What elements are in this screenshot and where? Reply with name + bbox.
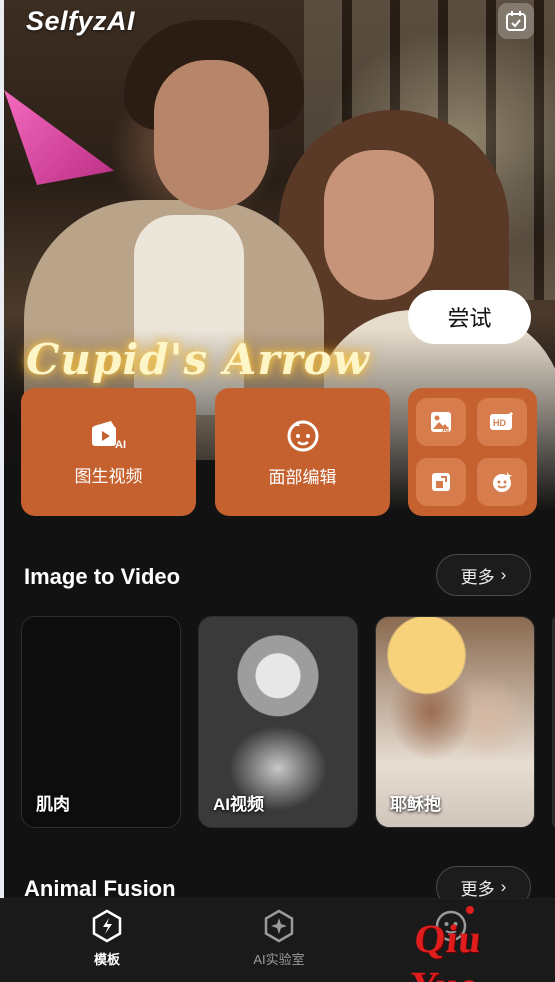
templates-icon — [92, 909, 122, 943]
banner-woman-face — [324, 150, 434, 300]
face-edit-label: 面部编辑 — [268, 467, 337, 487]
hd-icon: HD — [489, 412, 513, 430]
more-label: 更多 — [460, 879, 495, 899]
banner-title: Cupid's Arrow — [26, 335, 370, 384]
face-sticker-tool-button[interactable] — [476, 458, 527, 506]
face-sticker-icon — [492, 472, 512, 492]
ai-video-card-icon: AI — [91, 420, 126, 451]
image-to-video-label: 图生视频 — [74, 466, 143, 486]
calendar-icon — [506, 11, 526, 31]
crop-tool-button[interactable] — [416, 458, 466, 506]
chevron-right-icon: › — [500, 565, 507, 584]
ai-image-icon: AI — [431, 412, 451, 434]
ai-image-tool-button[interactable]: AI — [416, 398, 466, 446]
template-card-ai-video[interactable]: AI视频 — [198, 616, 358, 828]
nav-label-templates: 模板 — [93, 952, 120, 967]
banner-man-face — [154, 60, 269, 210]
template-card-jesus-hug[interactable]: 耶稣抱 — [375, 616, 535, 828]
face-edit-tile[interactable]: 面部编辑 — [215, 388, 390, 516]
chevron-right-icon: › — [500, 877, 507, 896]
face-edit-icon — [287, 420, 318, 451]
card-label: 耶稣抱 — [390, 795, 441, 814]
hd-tool-button[interactable]: HD — [476, 398, 527, 446]
section-title-image-to-video: Image to Video — [24, 564, 181, 589]
app-logo: SelfyzAI — [26, 6, 136, 36]
svg-text:AI: AI — [442, 427, 449, 434]
try-button[interactable]: 尝试 — [408, 290, 531, 344]
template-card-muscle[interactable]: 肌肉 — [21, 616, 181, 828]
checkin-calendar-button[interactable] — [498, 3, 534, 39]
card-label: AI视频 — [213, 795, 264, 814]
nav-item-ai-lab[interactable]: AI实验室 — [224, 909, 334, 968]
image-to-video-tile[interactable]: AI 图生视频 — [21, 388, 196, 516]
svg-text:HD: HD — [493, 418, 506, 428]
nav-item-templates[interactable]: 模板 — [52, 909, 162, 968]
watermark-text: Qiu Yue — [407, 916, 485, 982]
more-button-image-to-video[interactable]: 更多 › — [436, 554, 531, 596]
more-label: 更多 — [460, 567, 495, 587]
crop-icon — [432, 473, 450, 491]
watermark-dot — [466, 906, 474, 914]
paper-plane-decoration — [4, 90, 114, 185]
mini-tools-tile: AI HD — [408, 388, 537, 516]
card-label: 肌肉 — [36, 795, 70, 814]
svg-text:AI: AI — [115, 439, 126, 451]
ai-lab-icon — [264, 909, 294, 943]
nav-label-ai-lab: AI实验室 — [253, 952, 305, 967]
